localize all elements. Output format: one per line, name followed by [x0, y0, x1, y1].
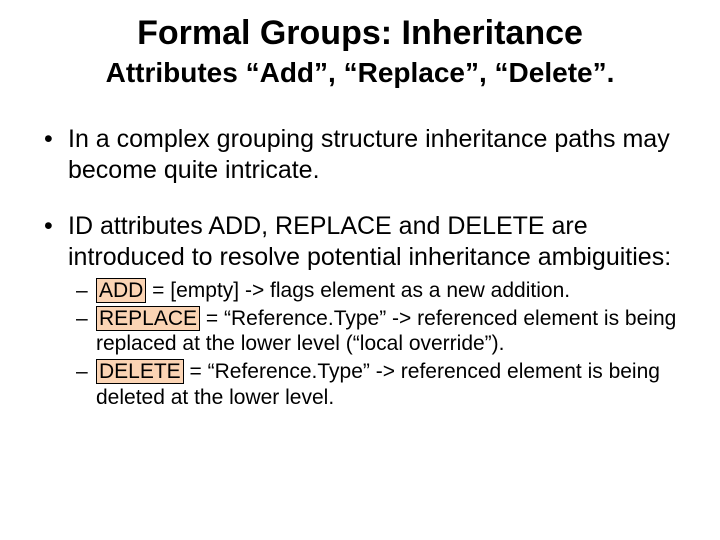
sub-bullet-item: DELETE = “Reference.Type” -> referenced … — [74, 359, 682, 410]
bullet-item: In a complex grouping structure inherita… — [38, 124, 682, 185]
bullet-text: ID attributes ADD, REPLACE and DELETE ar… — [68, 212, 671, 271]
keyword-add: ADD — [96, 278, 146, 303]
bullet-list: In a complex grouping structure inherita… — [38, 124, 682, 410]
sub-bullet-text: = [empty] -> flags element as a new addi… — [146, 279, 570, 302]
sub-bullet-item: ADD = [empty] -> flags element as a new … — [74, 278, 682, 304]
bullet-item: ID attributes ADD, REPLACE and DELETE ar… — [38, 211, 682, 410]
keyword-delete: DELETE — [96, 359, 184, 384]
bullet-text: In a complex grouping structure inherita… — [68, 125, 670, 184]
sub-bullet-list: ADD = [empty] -> flags element as a new … — [74, 278, 682, 410]
slide-title: Formal Groups: Inheritance — [36, 14, 684, 53]
slide: Formal Groups: Inheritance Attributes “A… — [0, 0, 720, 540]
slide-subtitle: Attributes “Add”, “Replace”, “Delete”. — [36, 55, 684, 90]
title-block: Formal Groups: Inheritance Attributes “A… — [36, 14, 684, 90]
sub-bullet-item: REPLACE = “Reference.Type” -> referenced… — [74, 306, 682, 357]
keyword-replace: REPLACE — [96, 306, 200, 331]
